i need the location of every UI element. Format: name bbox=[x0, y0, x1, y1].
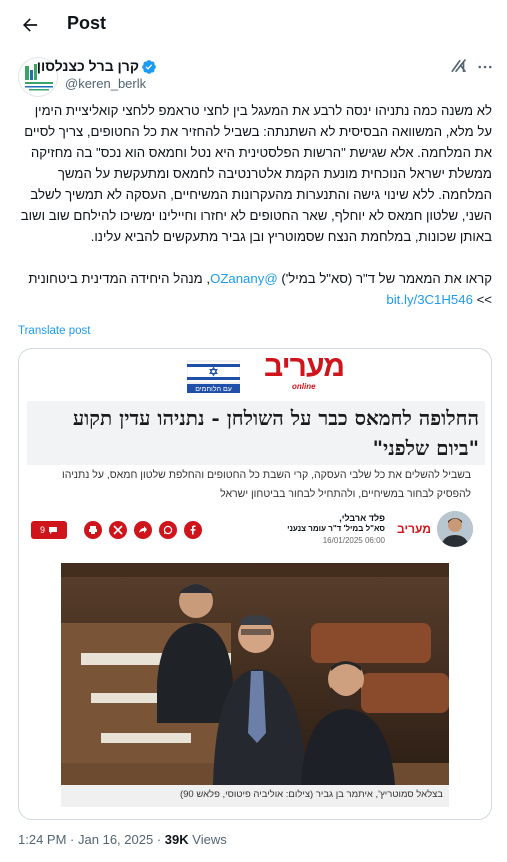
post-date[interactable]: Jan 16, 2025 bbox=[78, 832, 153, 847]
headline-box: החלופה לחמאס כבר על השולחן - נתניהו עדין… bbox=[27, 401, 485, 465]
tweet-p2-prefix: קראו את המאמר של ד"ר (סא"ל במיל') bbox=[277, 271, 492, 286]
arrow-left-icon[interactable] bbox=[18, 13, 42, 37]
photo-caption: בצלאל סמוטריץ', איתמר בן גביר (צילום: או… bbox=[179, 789, 443, 800]
article-author-block: מעריב פלד ארבלי, סא"ל במיל' ד"ר עומר צנע… bbox=[287, 511, 473, 547]
caption-box: בצלאל סמוטריץ', איתמר בן גביר (צילום: או… bbox=[61, 785, 449, 807]
post-meta: 1:24 PM · Jan 16, 2025 · 39K Views bbox=[18, 832, 227, 847]
card-brand-tag: online bbox=[292, 382, 316, 391]
grok-icon[interactable] bbox=[450, 57, 468, 75]
comment-icon bbox=[49, 526, 57, 534]
article-card[interactable]: עם הלוחמים מעריב online החלופה לחמאס כבר… bbox=[18, 348, 492, 820]
verified-badge-icon bbox=[141, 59, 157, 75]
meta-separator: · bbox=[70, 832, 75, 847]
print-icon[interactable] bbox=[84, 521, 102, 539]
card-subhead: בשביל להשלים את כל שלבי העסקה, קרי השבת … bbox=[62, 469, 471, 500]
author-handle[interactable]: @keren_berlk bbox=[65, 76, 146, 91]
comments-button[interactable]: 9 bbox=[31, 521, 67, 539]
article-author-logo: מעריב bbox=[397, 522, 431, 536]
article-link[interactable]: bit.ly/3C1H546 bbox=[386, 292, 473, 307]
tweet-paragraph-2: קראו את המאמר של ד"ר (סא"ל במיל') @OZana… bbox=[18, 268, 492, 310]
comment-count: 9 bbox=[39, 525, 45, 535]
author-display-name[interactable]: קרן ברל כצנלסון bbox=[37, 58, 139, 74]
share-bar: 9 bbox=[31, 519, 202, 541]
post-time[interactable]: 1:24 PM bbox=[18, 832, 66, 847]
card-logo-area: עם הלוחמים מעריב online bbox=[19, 349, 491, 399]
article-author-name: פלד ארבלי, bbox=[339, 513, 385, 523]
mention-link[interactable]: @OZanany bbox=[210, 271, 278, 286]
card-brand-logo: מעריב bbox=[264, 350, 345, 383]
views-count: 39K bbox=[164, 832, 189, 847]
share-arrow-icon[interactable] bbox=[134, 521, 152, 539]
banner-text: עם הלוחמים bbox=[195, 385, 232, 393]
tweet-text: לא משנה כמה נתניהו ינסה לרבע את המעגל בי… bbox=[18, 100, 492, 310]
article-date: 16/01/2025 06:00 bbox=[322, 536, 385, 545]
israel-flag-banner: עם הלוחמים bbox=[186, 359, 241, 393]
tweet-paragraph-1: לא משנה כמה נתניהו ינסה לרבע את המעגל בי… bbox=[20, 103, 492, 244]
page-title: Post bbox=[67, 13, 107, 33]
card-headline: החלופה לחמאס כבר על השולחן - נתניהו עדין… bbox=[72, 406, 479, 460]
facebook-icon[interactable] bbox=[184, 521, 202, 539]
article-author-photo bbox=[437, 511, 473, 547]
top-bar: Post bbox=[0, 0, 507, 50]
meta-separator-2: · bbox=[156, 832, 162, 847]
translate-post-link[interactable]: Translate post bbox=[18, 325, 90, 337]
article-photo bbox=[61, 563, 449, 785]
whatsapp-icon[interactable] bbox=[159, 521, 177, 539]
more-dots-icon[interactable] bbox=[476, 58, 494, 76]
views-label: Views bbox=[192, 832, 227, 847]
article-author-role: סא"ל במיל' ד"ר עומר צנעני bbox=[287, 524, 385, 533]
x-icon[interactable] bbox=[109, 521, 127, 539]
